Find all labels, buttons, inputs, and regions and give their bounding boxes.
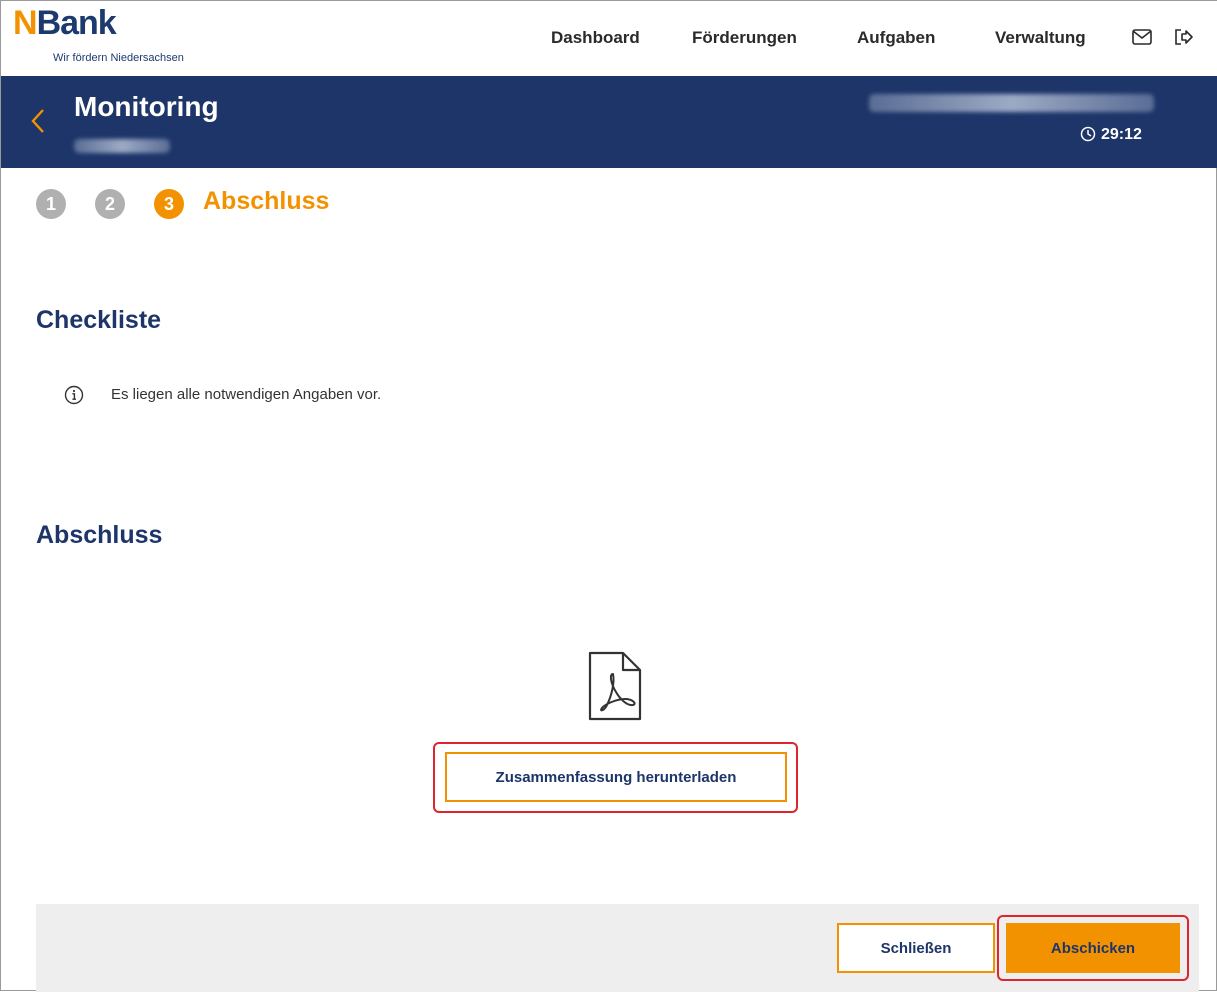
nav-dashboard[interactable]: Dashboard (551, 28, 640, 48)
info-icon (64, 385, 84, 405)
close-button[interactable]: Schließen (837, 923, 995, 973)
logout-icon[interactable] (1171, 25, 1195, 49)
checklist-message: Es liegen alle notwendigen Angaben vor. (111, 386, 382, 403)
step-1[interactable]: 1 (36, 189, 66, 219)
pdf-file-icon (588, 651, 642, 721)
nav-foerderungen[interactable]: Förderungen (692, 28, 797, 48)
nav-aufgaben[interactable]: Aufgaben (857, 28, 935, 48)
redacted-account-info (869, 94, 1154, 112)
back-chevron-icon[interactable] (29, 106, 47, 136)
redacted-reference (74, 139, 170, 153)
step-3-active: 3 (154, 189, 184, 219)
app-frame: NBank Wir fördern Niedersachsen Dashboar… (0, 0, 1217, 992)
summary-title: Abschluss (36, 521, 163, 549)
submit-button[interactable]: Abschicken (1006, 923, 1180, 973)
active-step-label: Abschluss (203, 187, 330, 215)
top-navigation: NBank Wir fördern Niedersachsen Dashboar… (1, 1, 1217, 76)
logo-word-bank: Bank (36, 4, 117, 42)
session-timer: 29:12 (1080, 126, 1142, 144)
timer-value: 29:12 (1101, 126, 1142, 143)
logo-tagline: Wir fördern Niedersachsen (53, 52, 184, 64)
nbank-logo[interactable]: NBank Wir fördern Niedersachsen (13, 4, 184, 64)
clock-icon (1080, 126, 1096, 142)
checklist-title: Checkliste (36, 306, 162, 334)
mail-icon[interactable] (1130, 25, 1154, 49)
download-summary-button[interactable]: Zusammenfassung herunterladen (445, 752, 787, 802)
step-2[interactable]: 2 (95, 189, 125, 219)
page-header: Monitoring 29:12 (1, 76, 1217, 168)
logo-letter-n: N (13, 4, 38, 42)
nav-verwaltung[interactable]: Verwaltung (995, 28, 1086, 48)
page-title: Monitoring (74, 91, 219, 122)
